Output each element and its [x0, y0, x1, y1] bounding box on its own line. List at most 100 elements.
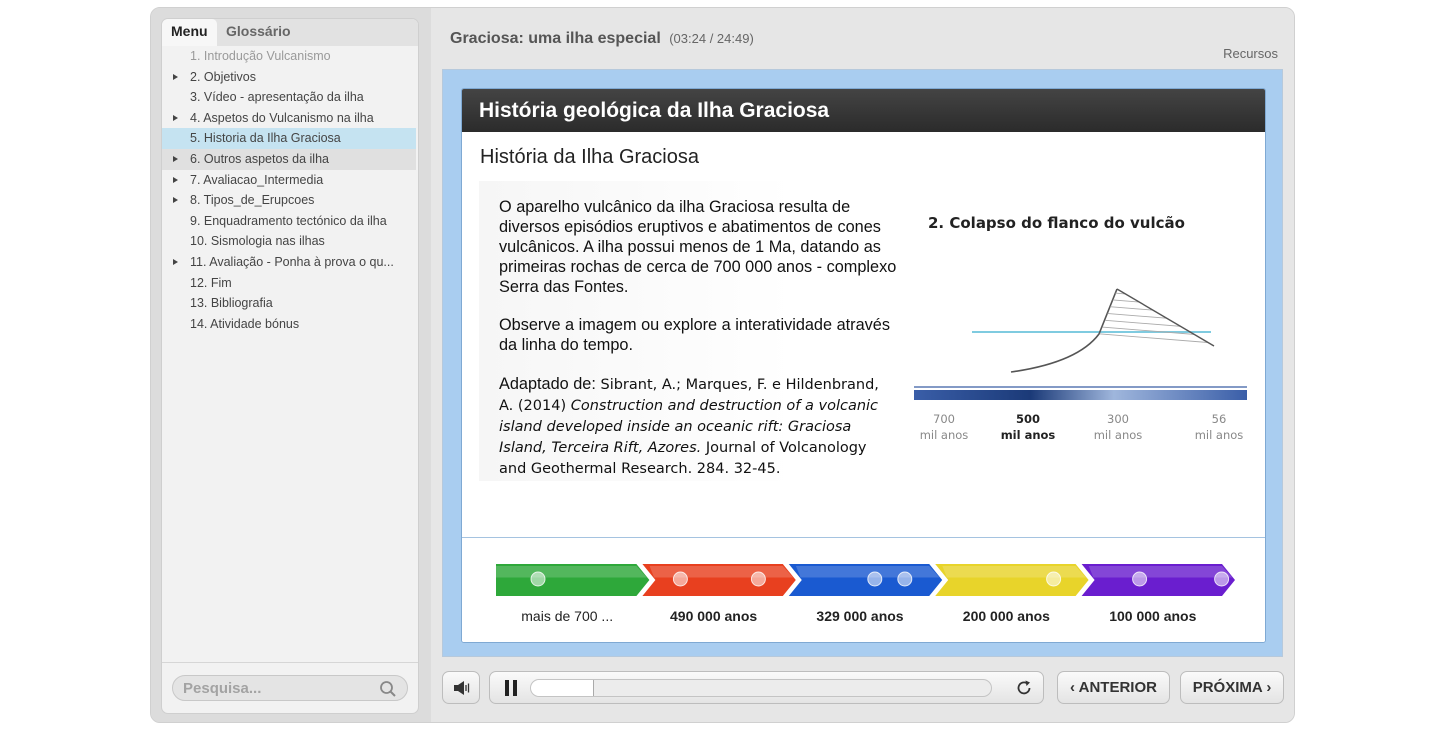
volcano-flank	[1010, 288, 1118, 373]
slide-subtitle: História da Ilha Graciosa	[480, 146, 699, 168]
search-icon[interactable]	[379, 680, 397, 698]
menu-item[interactable]: 8. Tipos_de_Erupcoes	[162, 190, 418, 211]
era-arrow-highlight	[649, 566, 794, 578]
tl-value: 300	[1107, 412, 1129, 426]
era-arrow-highlight	[795, 566, 940, 578]
timeline-label-300[interactable]: 300 mil anos	[1089, 411, 1147, 443]
resources-link[interactable]: Recursos	[1223, 46, 1278, 61]
tab-glossary[interactable]: Glossário	[217, 19, 300, 46]
menu-item-label: 1. Introdução Vulcanismo	[190, 49, 331, 63]
menu-item-label: 2. Objetivos	[190, 69, 257, 84]
menu-item-label: 8. Tipos_de_Erupcoes	[190, 193, 315, 208]
era-event-dot[interactable]	[1214, 571, 1230, 587]
era-event-dot[interactable]	[750, 571, 766, 587]
menu-item[interactable]: 12. Fim	[162, 273, 418, 294]
player-frame: Menu Glossário 1. Introdução Vulcanismo 2…	[150, 7, 1295, 723]
tl-unit: mil anos	[1000, 428, 1056, 442]
era-arrow[interactable]	[935, 564, 1089, 596]
timeline-label-56[interactable]: 56 mil anos	[1190, 411, 1248, 443]
next-label: PRÓXIMA	[1192, 679, 1263, 696]
caret-right-icon[interactable]	[173, 197, 178, 204]
era-arrow[interactable]	[788, 564, 943, 596]
caret-right-icon[interactable]	[173, 155, 178, 162]
progress-fill	[531, 680, 595, 696]
slide: História geológica da Ilha Graciosa Hist…	[461, 88, 1266, 643]
time-readout: (03:24 / 24:49)	[669, 31, 754, 46]
era-label[interactable]: 200 000 anos	[936, 608, 1076, 624]
era-event-dot[interactable]	[530, 571, 546, 587]
search-input[interactable]	[183, 676, 373, 700]
menu-item-label: 7. Avaliacao_Intermedia	[190, 172, 324, 187]
menu-item[interactable]: 4. Aspetos do Vulcanismo na ilha	[162, 108, 418, 129]
caret-right-icon[interactable]	[173, 73, 178, 80]
menu-item-label: 3. Vídeo - apresentação da ilha	[190, 90, 364, 105]
era-arrow[interactable]	[496, 564, 650, 596]
era-label[interactable]: mais de 700 ...	[497, 608, 637, 624]
diagram-panel[interactable]: 2. Colapso do flanco do vulcão 700 mil a…	[914, 196, 1247, 446]
menu-list: 1. Introdução Vulcanismo 2. Objetivos 3. V…	[162, 46, 418, 334]
caret-right-icon[interactable]	[173, 258, 178, 265]
playback-bar	[489, 671, 1044, 704]
replay-icon[interactable]	[1015, 679, 1033, 697]
era-arrow-highlight	[1088, 566, 1233, 578]
menu-item-label: 12. Fim	[190, 275, 232, 290]
menu-item[interactable]: 1. Introdução Vulcanismo	[162, 46, 418, 67]
paragraph-instruction: Observe a imagem ou explore a interativi…	[499, 316, 890, 354]
timeline-label-700[interactable]: 700 mil anos	[916, 411, 972, 443]
caret-right-icon[interactable]	[173, 176, 178, 183]
era-event-dot[interactable]	[867, 571, 883, 587]
menu-item[interactable]: 5. Historia da Ilha Graciosa	[162, 128, 416, 149]
progress-track[interactable]	[530, 679, 992, 697]
slide-header: História geológica da Ilha Graciosa	[462, 89, 1265, 132]
era-event-dot[interactable]	[672, 571, 688, 587]
menu-item[interactable]: 13. Bibliografia	[162, 293, 418, 314]
tab-menu[interactable]: Menu	[162, 19, 217, 46]
menu-item-label: 9. Enquadramento tectónico da ilha	[190, 213, 387, 228]
era-arrow-highlight	[496, 566, 647, 578]
menu-item[interactable]: 14. Atividade bónus	[162, 314, 418, 335]
menu-item[interactable]: 9. Enquadramento tectónico da ilha	[162, 211, 418, 232]
menu-item[interactable]: 7. Avaliacao_Intermedia	[162, 170, 418, 191]
speaker-icon[interactable]	[453, 680, 471, 696]
menu-item-label: 10. Sismologia nas ilhas	[190, 234, 325, 249]
tl-value: 500	[1015, 412, 1040, 426]
era-timeline: mais de 700 ... 490 000 anos 329 000 anos 2…	[462, 537, 1265, 642]
volume-button[interactable]	[442, 671, 480, 704]
era-arrow-highlight	[942, 566, 1086, 578]
timeline-label-500[interactable]: 500 mil anos	[999, 411, 1057, 443]
sidebar: Menu Glossário 1. Introdução Vulcanismo 2…	[151, 8, 431, 722]
era-event-dot[interactable]	[897, 571, 913, 587]
era-event-dot[interactable]	[1132, 571, 1148, 587]
menu-item[interactable]: 3. Vídeo - apresentação da ilha	[162, 87, 418, 108]
era-arrows	[496, 564, 1235, 596]
era-label[interactable]: 329 000 anos	[790, 608, 930, 624]
content-box: O aparelho vulcânico da ilha Graciosa re…	[479, 181, 1264, 481]
course-title: Graciosa: uma ilha especial	[450, 30, 661, 47]
next-button[interactable]: PRÓXIMA ›	[1180, 671, 1284, 704]
previous-button[interactable]: ‹ ANTERIOR	[1057, 671, 1170, 704]
paragraph-reference: Adaptado de: Sibrant, A.; Marques, F. e …	[499, 374, 897, 480]
menu-item[interactable]: 6. Outros aspetos da ilha	[162, 148, 416, 170]
menu-item[interactable]: 2. Objetivos	[162, 67, 418, 88]
diagram-drawing	[914, 288, 1247, 400]
menu-item[interactable]: 11. Avaliação - Ponha à prova o qu...	[162, 252, 418, 273]
era-label[interactable]: 100 000 anos	[1083, 608, 1223, 624]
era-arrow[interactable]	[642, 564, 796, 596]
sidebar-panel: Menu Glossário 1. Introdução Vulcanismo 2…	[161, 18, 419, 714]
era-event-dot[interactable]	[1046, 571, 1062, 587]
search-box[interactable]	[172, 675, 408, 701]
player-controls: ‹ ANTERIOR PRÓXIMA ›	[431, 666, 1294, 706]
main-area: Graciosa: uma ilha especial (03:24 / 24:…	[431, 8, 1294, 722]
pause-icon[interactable]	[504, 680, 518, 696]
page-title: Graciosa: uma ilha especial (03:24 / 24:…	[450, 30, 754, 48]
menu-item-label: 11. Avaliação - Ponha à prova o qu...	[190, 254, 394, 269]
tl-unit: mil anos	[1093, 428, 1143, 442]
tl-value: 56	[1211, 412, 1227, 426]
era-label[interactable]: 490 000 anos	[644, 608, 784, 624]
caret-right-icon[interactable]	[173, 114, 178, 121]
tl-unit: mil anos	[1194, 428, 1244, 442]
menu-item[interactable]: 10. Sismologia nas ilhas	[162, 231, 418, 252]
divider	[162, 662, 418, 663]
menu-item-label: 5. Historia da Ilha Graciosa	[190, 131, 341, 146]
era-arrow[interactable]	[1081, 564, 1235, 596]
